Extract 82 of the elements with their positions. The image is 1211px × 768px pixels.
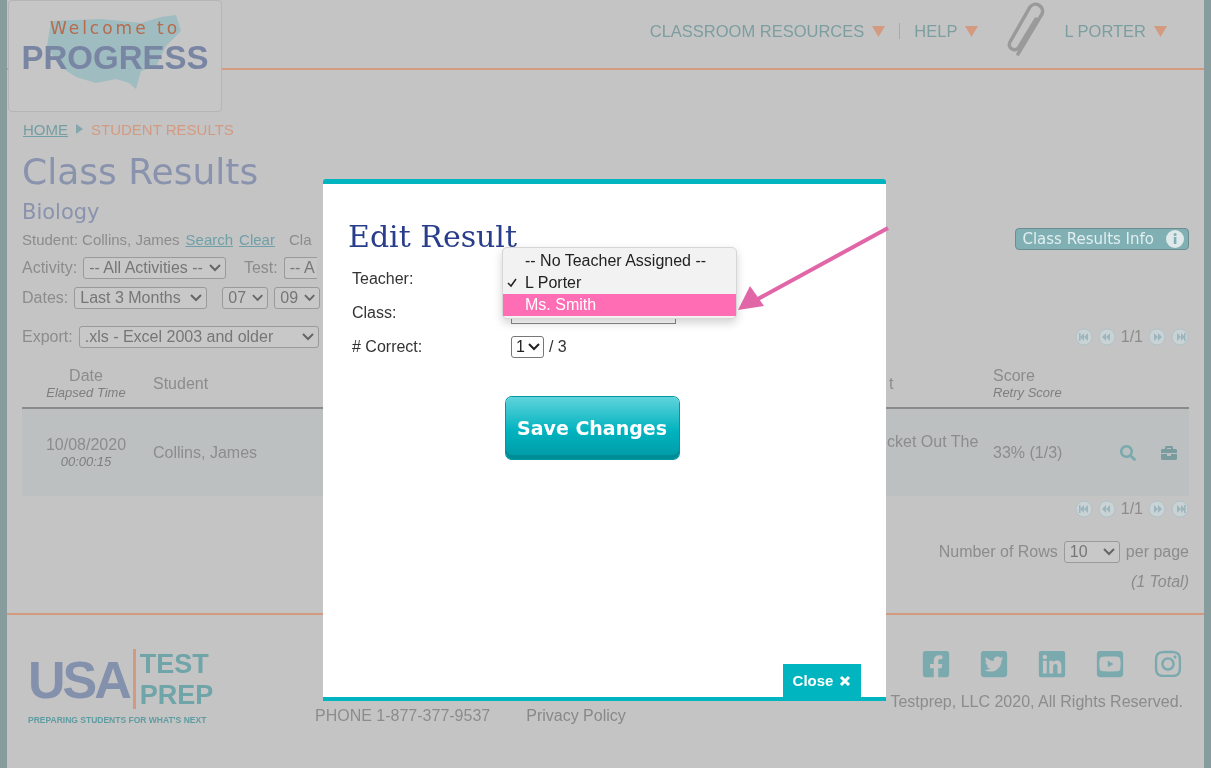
chevron-down-icon [1102, 548, 1115, 556]
page-indicator: 1/1 [1120, 328, 1143, 346]
student-filter-label: Student: Collins, James [22, 230, 180, 248]
footer-logo-test: TEST [139, 649, 210, 680]
dropdown-triangle-icon [872, 25, 886, 37]
chevron-down-icon [301, 333, 314, 341]
logo-wordmark: PROGRESS [21, 38, 209, 78]
breadcrumb-arrow-icon [76, 124, 83, 134]
dates-label: Dates: [22, 289, 69, 307]
elapsed-time-cell: 00:00:15 [60, 454, 112, 469]
save-changes-button[interactable]: Save Changes [505, 397, 679, 459]
export-select[interactable]: .xls - Excel 2003 and older [78, 326, 319, 348]
filter-link[interactable]: Search [185, 230, 234, 248]
test-label: Test: [243, 259, 278, 277]
dropdown-triangle-icon [965, 25, 979, 37]
field-label: # Correct: [352, 337, 424, 357]
breadcrumb-current: STUDENT RESULTS [91, 120, 234, 138]
youtube-icon[interactable] [1095, 649, 1125, 679]
footer-logo-usa: USA [28, 650, 129, 711]
column-subheader: Retry Score [993, 385, 1062, 400]
nav-menu-item[interactable]: HELP [900, 21, 993, 41]
footer-tagline: PREPARING STUDENTS FOR WHAT'S NEXT [28, 715, 208, 725]
chevron-down-icon [252, 294, 264, 302]
twitter-icon[interactable] [979, 649, 1009, 679]
chevron-down-icon [208, 264, 221, 272]
activity-select[interactable]: -- All Activities -- [83, 257, 226, 279]
first-page-button[interactable] [1074, 328, 1093, 346]
rows-per-page-label: Number of Rows [938, 543, 1058, 561]
export-label: Export: [22, 328, 73, 346]
briefcase-icon[interactable] [1160, 444, 1177, 461]
correct-select[interactable]: 1 [511, 336, 544, 358]
activity-label: Activity: [22, 259, 78, 277]
class-name: Biology [22, 199, 101, 226]
dropdown-triangle-icon [1154, 25, 1167, 37]
column-header: Student [153, 374, 209, 393]
last-page-button[interactable] [1171, 328, 1189, 346]
breadcrumb-link[interactable]: HOME [23, 120, 68, 138]
facebook-icon[interactable] [921, 649, 951, 679]
search-icon[interactable] [1120, 444, 1136, 461]
last-page-button[interactable] [1171, 500, 1189, 518]
total-questions: / 3 [548, 338, 567, 356]
chevron-down-icon [190, 294, 203, 302]
field-label: Teacher: [352, 269, 415, 289]
chevron-down-icon [527, 343, 540, 351]
phone-number: PHONE 1-877-377-9537 [315, 707, 491, 726]
total-count: (1 Total) [1130, 573, 1189, 591]
chevron-down-icon [304, 294, 316, 302]
user-menu[interactable]: L PORTER [1050, 21, 1181, 41]
rows-per-page-suffix: per page [1125, 543, 1189, 561]
next-page-button[interactable] [1148, 328, 1166, 346]
close-button[interactable]: Close [783, 664, 861, 697]
copyright-text: Testprep, LLC 2020, All Rights Reserved. [890, 693, 1183, 711]
privacy-policy-link[interactable]: Privacy Policy [526, 707, 626, 768]
nav-menu-item[interactable]: CLASSROOM RESOURCES [635, 21, 900, 41]
progress-logo[interactable]: Welcome to PROGRESS [8, 0, 222, 112]
rows-per-page-select[interactable]: 10 [1063, 541, 1120, 563]
field-label: Class: [352, 303, 398, 323]
date-range-select[interactable]: Last 3 Months [74, 287, 208, 309]
footer-logo-prep: PREP [139, 680, 214, 711]
column-header: t [889, 374, 894, 393]
class-results-info-button[interactable]: Class Results Info [1015, 228, 1189, 250]
instagram-icon[interactable] [1153, 649, 1183, 679]
info-icon [1166, 230, 1184, 248]
page-indicator: 1/1 [1120, 500, 1143, 518]
date-select[interactable]: 09 [274, 287, 321, 309]
logo-tagline: Welcome to [49, 18, 181, 38]
previous-page-button[interactable] [1097, 328, 1116, 346]
filter-link[interactable]: Clear [239, 230, 275, 248]
date-select[interactable]: 07 [222, 287, 269, 309]
first-page-button[interactable] [1074, 500, 1093, 518]
page-title: Class Results [22, 150, 260, 194]
close-icon [839, 674, 852, 687]
teacher-option[interactable]: L Porter [503, 272, 736, 294]
class-filter-label: Cla [288, 230, 312, 248]
next-page-button[interactable] [1148, 500, 1166, 518]
column-subheader: Elapsed Time [46, 385, 126, 400]
teacher-option[interactable]: Ms. Smith [503, 294, 736, 316]
previous-page-button[interactable] [1097, 500, 1116, 518]
linkedin-icon[interactable] [1037, 649, 1067, 679]
test-select[interactable]: -- A [283, 257, 317, 279]
column-header: Score [993, 367, 1035, 385]
column-header: Date [69, 367, 103, 385]
